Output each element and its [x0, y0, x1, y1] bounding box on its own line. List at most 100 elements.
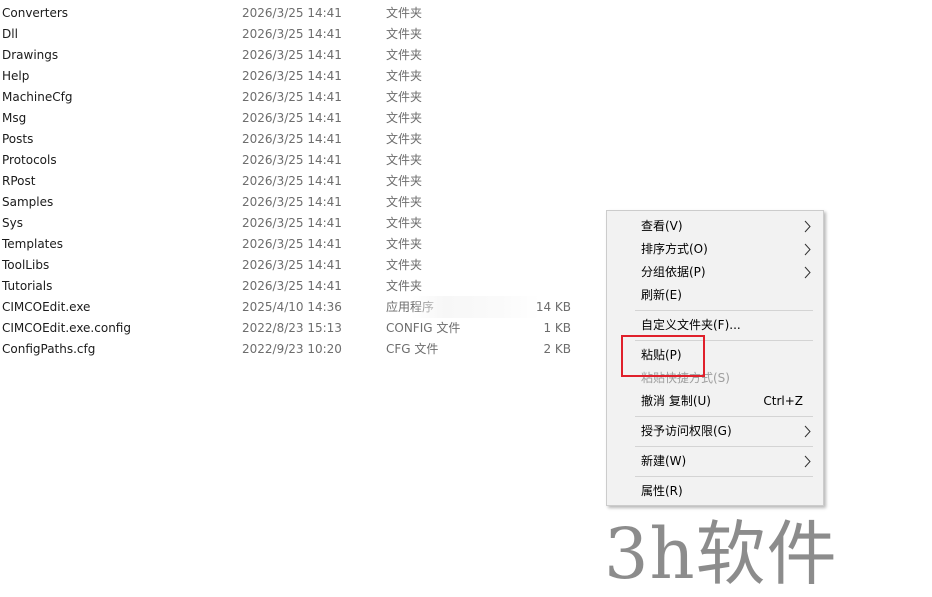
- file-row[interactable]: ConfigPaths.cfg 2022/9/23 10:20 CFG 文件 2…: [0, 339, 600, 360]
- chevron-right-icon: [804, 266, 811, 279]
- menu-item-label: 分组依据(P): [641, 265, 706, 279]
- file-date: 2026/3/25 14:41: [242, 279, 342, 293]
- file-type: CFG 文件: [386, 342, 439, 356]
- file-date: 2025/4/10 14:36: [242, 300, 342, 314]
- file-size: 14 KB: [535, 300, 571, 314]
- file-type: 文件夹: [386, 195, 423, 209]
- paste-highlight-box: [621, 335, 705, 377]
- menu-item-label: 属性(R): [641, 484, 683, 498]
- menu-item-label: 查看(V): [641, 219, 683, 233]
- file-type: 文件夹: [386, 90, 423, 104]
- menu-item-refresh[interactable]: 刷新(E): [607, 284, 823, 307]
- menu-item-label: 授予访问权限(G): [641, 424, 732, 438]
- file-date: 2022/8/23 15:13: [242, 321, 342, 335]
- file-name: CIMCOEdit.exe: [2, 300, 91, 314]
- file-date: 2026/3/25 14:41: [242, 195, 342, 209]
- menu-item-customize-folder[interactable]: 自定义文件夹(F)...: [607, 314, 823, 337]
- file-date: 2026/3/25 14:41: [242, 237, 342, 251]
- menu-item-sort-by[interactable]: 排序方式(O): [607, 238, 823, 261]
- file-row[interactable]: Protocols 2026/3/25 14:41 文件夹: [0, 150, 600, 171]
- file-type: 文件夹: [386, 69, 423, 83]
- file-type: 文件夹: [386, 27, 423, 41]
- file-type: 文件夹: [386, 216, 423, 230]
- file-row[interactable]: Samples 2026/3/25 14:41 文件夹: [0, 192, 600, 213]
- file-row[interactable]: Converters 2026/3/25 14:41 文件夹: [0, 3, 600, 24]
- file-date: 2026/3/25 14:41: [242, 69, 342, 83]
- file-type: 文件夹: [386, 132, 423, 146]
- file-date: 2022/9/23 10:20: [242, 342, 342, 356]
- file-type: 文件夹: [386, 237, 423, 251]
- menu-separator: [635, 310, 813, 311]
- file-type: 文件夹: [386, 6, 423, 20]
- menu-item-properties[interactable]: 属性(R): [607, 480, 823, 503]
- file-name: Dll: [2, 27, 18, 41]
- menu-item-label: 刷新(E): [641, 288, 682, 302]
- file-date: 2026/3/25 14:41: [242, 6, 342, 20]
- file-date: 2026/3/25 14:41: [242, 216, 342, 230]
- file-name: Help: [2, 69, 30, 83]
- file-type: 文件夹: [386, 279, 423, 293]
- file-size: 2 KB: [543, 342, 571, 356]
- file-name: Samples: [2, 195, 54, 209]
- menu-item-label: 自定义文件夹(F)...: [641, 318, 741, 332]
- file-type: 文件夹: [386, 258, 423, 272]
- file-row[interactable]: CIMCOEdit.exe.config 2022/8/23 15:13 CON…: [0, 318, 600, 339]
- file-name: MachineCfg: [2, 90, 73, 104]
- file-type: 文件夹: [386, 153, 423, 167]
- file-name: Posts: [2, 132, 34, 146]
- file-name: Msg: [2, 111, 27, 125]
- file-date: 2026/3/25 14:41: [242, 174, 342, 188]
- file-date: 2026/3/25 14:41: [242, 111, 342, 125]
- file-type: 文件夹: [386, 111, 423, 125]
- chevron-right-icon: [804, 455, 811, 468]
- file-row[interactable]: Drawings 2026/3/25 14:41 文件夹: [0, 45, 600, 66]
- menu-item-label: 排序方式(O): [641, 242, 708, 256]
- menu-separator: [635, 416, 813, 417]
- menu-item-shortcut: Ctrl+Z: [763, 394, 803, 408]
- menu-item-view[interactable]: 查看(V): [607, 215, 823, 238]
- file-row[interactable]: Dll 2026/3/25 14:41 文件夹: [0, 24, 600, 45]
- file-row[interactable]: Templates 2026/3/25 14:41 文件夹: [0, 234, 600, 255]
- menu-item-label: 新建(W): [641, 454, 687, 468]
- file-name: RPost: [2, 174, 36, 188]
- menu-item-label: 撤消 复制(U): [641, 394, 711, 408]
- file-row[interactable]: Help 2026/3/25 14:41 文件夹: [0, 66, 600, 87]
- file-name: Drawings: [2, 48, 59, 62]
- file-date: 2026/3/25 14:41: [242, 132, 342, 146]
- menu-item-give-access[interactable]: 授予访问权限(G): [607, 420, 823, 443]
- blur-overlay: [412, 296, 540, 318]
- file-name: Tutorials: [2, 279, 53, 293]
- file-date: 2026/3/25 14:41: [242, 27, 342, 41]
- file-date: 2026/3/25 14:41: [242, 258, 342, 272]
- menu-separator: [635, 476, 813, 477]
- file-type: 文件夹: [386, 48, 423, 62]
- file-name: ConfigPaths.cfg: [2, 342, 96, 356]
- file-name: Templates: [2, 237, 64, 251]
- file-row[interactable]: MachineCfg 2026/3/25 14:41 文件夹: [0, 87, 600, 108]
- file-type: 文件夹: [386, 174, 423, 188]
- file-name: ToolLibs: [2, 258, 50, 272]
- menu-item-new[interactable]: 新建(W): [607, 450, 823, 473]
- file-name: Converters: [2, 6, 69, 20]
- file-row[interactable]: Msg 2026/3/25 14:41 文件夹: [0, 108, 600, 129]
- menu-item-group-by[interactable]: 分组依据(P): [607, 261, 823, 284]
- file-date: 2026/3/25 14:41: [242, 48, 342, 62]
- chevron-right-icon: [804, 425, 811, 438]
- file-row[interactable]: Posts 2026/3/25 14:41 文件夹: [0, 129, 600, 150]
- file-size: 1 KB: [543, 321, 571, 335]
- file-name: Sys: [2, 216, 23, 230]
- menu-item-undo-copy[interactable]: 撤消 复制(U) Ctrl+Z: [607, 390, 823, 413]
- file-row[interactable]: Sys 2026/3/25 14:41 文件夹: [0, 213, 600, 234]
- file-name: CIMCOEdit.exe.config: [2, 321, 131, 335]
- watermark: 3h软件: [604, 513, 838, 595]
- file-row[interactable]: RPost 2026/3/25 14:41 文件夹: [0, 171, 600, 192]
- file-type: CONFIG 文件: [386, 321, 461, 335]
- chevron-right-icon: [804, 220, 811, 233]
- file-row[interactable]: Tutorials 2026/3/25 14:41 文件夹: [0, 276, 600, 297]
- file-date: 2026/3/25 14:41: [242, 153, 342, 167]
- file-row[interactable]: ToolLibs 2026/3/25 14:41 文件夹: [0, 255, 600, 276]
- menu-separator: [635, 446, 813, 447]
- file-date: 2026/3/25 14:41: [242, 90, 342, 104]
- file-name: Protocols: [2, 153, 57, 167]
- chevron-right-icon: [804, 243, 811, 256]
